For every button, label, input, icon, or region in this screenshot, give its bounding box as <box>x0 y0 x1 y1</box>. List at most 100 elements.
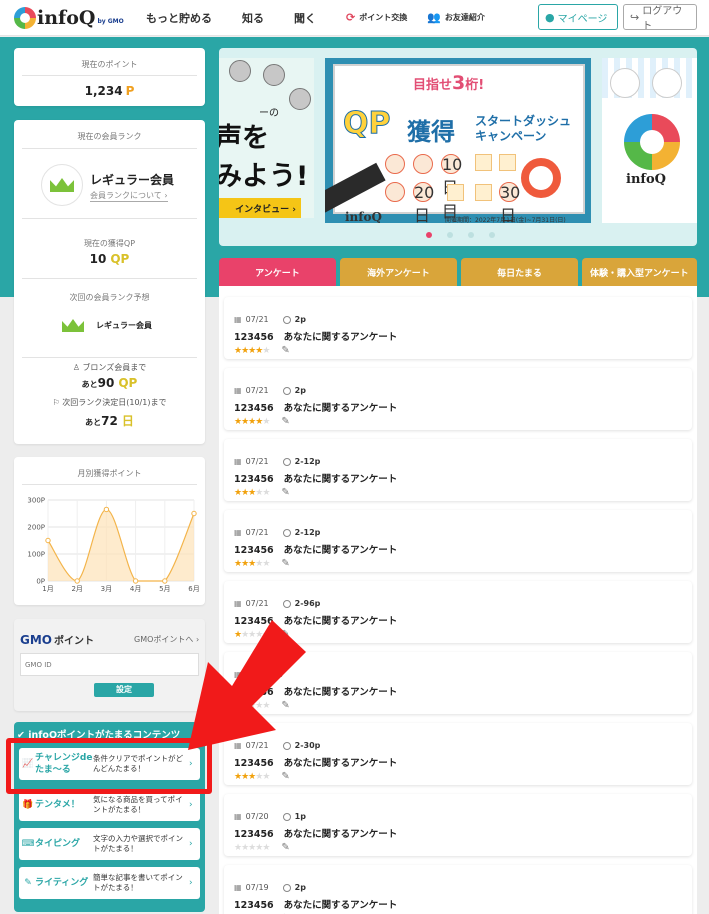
logout-button[interactable]: ↪ ログアウト <box>623 4 697 32</box>
stamp-icon <box>385 182 405 202</box>
gmo-points-card: GMOポイント GMOポイントへ › 設定 <box>14 619 205 711</box>
content-item-typing[interactable]: ⌨ タイピング 文字の入力や選択でポイントがたまる！ › <box>19 828 200 860</box>
face-illustration <box>289 88 311 110</box>
mypage-button[interactable]: ● マイページ <box>538 4 618 30</box>
chevron-right-icon: › <box>189 839 193 849</box>
survey-item[interactable]: ▦ 07/21 2-12p 123456 あなたに関するアンケート ★ ★ ★ ★ ★ ✎ <box>224 510 692 572</box>
chart-x-tick-label: 2月 <box>71 585 82 593</box>
survey-rating: ★★★★★✎ <box>234 700 290 711</box>
survey-item[interactable]: ▦ 07/20 1p 123456 あなたに関するアンケート ★ ★ ★ ★ ★ ✎ <box>224 794 692 856</box>
chart-point <box>103 506 110 513</box>
coin-icon <box>259 670 268 679</box>
survey-item[interactable]: ▦ 5p 123456 あなたに関するアンケート ★ ★ ★ ★ ★ ✎ <box>224 652 692 714</box>
tab-daily[interactable]: 毎日たまる <box>460 258 578 286</box>
banner-interview[interactable]: ーの 声を みよう! インタビュー › <box>219 58 314 218</box>
bronze-until-text: ブロンズ会員まで <box>82 363 147 372</box>
nav-know[interactable]: 知る <box>242 10 264 26</box>
deadline-text: 次回ランク決定日(10/1)まで <box>62 398 167 407</box>
current-points-title: 現在のポイント <box>81 60 138 69</box>
star-icon: ★ <box>262 700 270 711</box>
survey-item[interactable]: ▦ 07/21 2p 123456 あなたに関するアンケート ★ ★ ★ ★ ★ ✎ <box>224 368 692 430</box>
chevron-right-icon: › <box>292 205 296 215</box>
nav-earn-more[interactable]: もっと貯める <box>146 10 212 26</box>
calendar-icon: ▦ <box>234 883 242 892</box>
survey-title: 123456 あなたに関するアンケート <box>234 329 397 343</box>
star-icon: ★ <box>255 629 263 640</box>
survey-item[interactable]: ▦ 07/21 2-12p 123456 あなたに関するアンケート ★ ★ ★ ★ ★ ✎ <box>224 439 692 501</box>
survey-points: 2-12p <box>294 457 321 466</box>
banner-carousel[interactable]: ーの 声を みよう! インタビュー › 目指せ3桁! QP 獲得 スタートダッシ… <box>219 48 697 246</box>
current-qp-number: 10 <box>89 252 107 266</box>
survey-title: 123456 あなたに関するアンケート <box>234 755 397 769</box>
tab-experience-survey[interactable]: 体験・購入型アンケート <box>581 258 698 286</box>
survey-date: 07/20 <box>245 812 269 821</box>
tab-survey[interactable]: アンケート <box>219 258 336 286</box>
star-icon: ★ <box>241 771 249 782</box>
survey-id: 123456 <box>234 687 274 698</box>
deadline-label: ⚐ 次回ランク決定日(10/1)まで <box>14 397 205 408</box>
point-contents-box: ✔ infoQポイントがたまるコンテンツ 📈 チャレンジdeたま～る 条件クリア… <box>14 722 205 912</box>
survey-item[interactable]: ▦07/192p123456 あなたに関するアンケート★★★★★✎ <box>224 865 692 914</box>
star-icon: ★ <box>262 629 270 640</box>
campaign-name-line1: スタートダッシュ <box>475 114 572 128</box>
content-item-writing[interactable]: ✎ ライティング 簡単な記事を書いてポイントがたまる！ › <box>19 867 200 899</box>
carousel-dot-1[interactable] <box>426 232 432 238</box>
survey-name: あなたに関するアンケート <box>283 687 398 698</box>
gmo-id-input[interactable] <box>20 653 199 676</box>
star-icon: ★ <box>262 771 270 782</box>
survey-id: 123456 <box>234 758 274 769</box>
chart-point <box>74 578 80 584</box>
banner-infoq-rank[interactable]: infoQ <box>602 58 697 223</box>
points-number: 1,234 <box>84 84 123 98</box>
survey-name: あなたに関するアンケート <box>283 403 398 414</box>
sun-icon <box>475 184 492 201</box>
content-item-challenge[interactable]: 📈 チャレンジdeたま～る 条件クリアでポイントがどんどんたまる！ › <box>19 748 200 780</box>
carousel-dot-3[interactable] <box>468 232 474 238</box>
main-nav: もっと貯める 知る 聞く ⟳ ポイント交換 👥 お友達紹介 <box>146 10 505 26</box>
survey-meta: ▦ 07/21 2-30p <box>234 741 320 750</box>
infoq-logo[interactable]: infoQ by GMO <box>14 6 124 29</box>
coin-icon <box>282 599 291 608</box>
bronze-remaining: あと90 QP <box>14 376 205 390</box>
pencil-icon: ✎ <box>24 878 32 888</box>
nav-point-exchange[interactable]: ⟳ ポイント交換 <box>346 11 407 24</box>
star-icon: ★ <box>234 487 242 498</box>
campaign-name: スタートダッシュ キャンペーン <box>475 114 571 144</box>
rank-info-link[interactable]: 会員ランクについて › <box>90 190 168 202</box>
star-icon: ★ <box>255 842 263 853</box>
gmo-points-link[interactable]: GMOポイントへ › <box>134 634 199 645</box>
banner-qp-campaign[interactable]: 目指せ3桁! QP 獲得 スタートダッシュキャンペーン 10日目 20日目 30… <box>325 58 591 223</box>
interview-button[interactable]: インタビュー › <box>219 198 301 218</box>
chart-y-tick-label: 100P <box>27 551 45 559</box>
nav-ask[interactable]: 聞く <box>294 10 316 26</box>
survey-item[interactable]: ▦ 07/21 2-30p 123456 あなたに関するアンケート ★ ★ ★ ★ ★ ✎ <box>224 723 692 785</box>
exchange-icon: ⟳ <box>346 11 356 24</box>
star-icon: ★ <box>234 629 242 640</box>
survey-title: 123456 あなたに関するアンケート <box>234 471 397 485</box>
content-item-tentame[interactable]: 🎁 テンタメ！ 気になる商品を買ってポイントがたまる！ › <box>19 789 200 821</box>
pencil-icon: ✎ <box>281 345 290 356</box>
tab-overseas-survey[interactable]: 海外アンケート <box>339 258 457 286</box>
infoq-logo-icon <box>624 114 680 170</box>
star-icon: ★ <box>262 416 270 427</box>
gmo-settings-button[interactable]: 設定 <box>94 683 154 697</box>
star-icon: ★ <box>262 345 270 356</box>
chart-y-tick-label: 200P <box>27 524 45 532</box>
carousel-dot-4[interactable] <box>489 232 495 238</box>
survey-item[interactable]: ▦ 07/21 2p 123456 あなたに関するアンケート ★ ★ ★ ★ ★ ✎ <box>224 297 692 359</box>
survey-item[interactable]: ▦ 07/21 2-96p 123456 あなたに関するアンケート ★ ★ ★ ★ ★ ✎ <box>224 581 692 643</box>
calendar-icon: ▦ <box>234 457 242 466</box>
crown-icon <box>62 319 84 332</box>
survey-rating: ★★★★★✎ <box>234 416 290 427</box>
points-unit: P <box>125 84 135 98</box>
stamp-icon <box>413 154 433 174</box>
survey-meta: ▦ 5p <box>234 670 283 679</box>
star-icon: ★ <box>241 700 249 711</box>
pencil-icon: ✎ <box>281 416 290 427</box>
content-item-desc: 条件クリアでポイントがどんどんたまる！ <box>93 754 183 773</box>
survey-date: 07/21 <box>245 528 269 537</box>
survey-tabs: アンケート 海外アンケート 毎日たまる 体験・購入型アンケート <box>219 258 698 286</box>
life-ring-icon <box>521 158 561 198</box>
carousel-dot-2[interactable] <box>447 232 453 238</box>
nav-friend-referral[interactable]: 👥 お友達紹介 <box>427 11 485 24</box>
